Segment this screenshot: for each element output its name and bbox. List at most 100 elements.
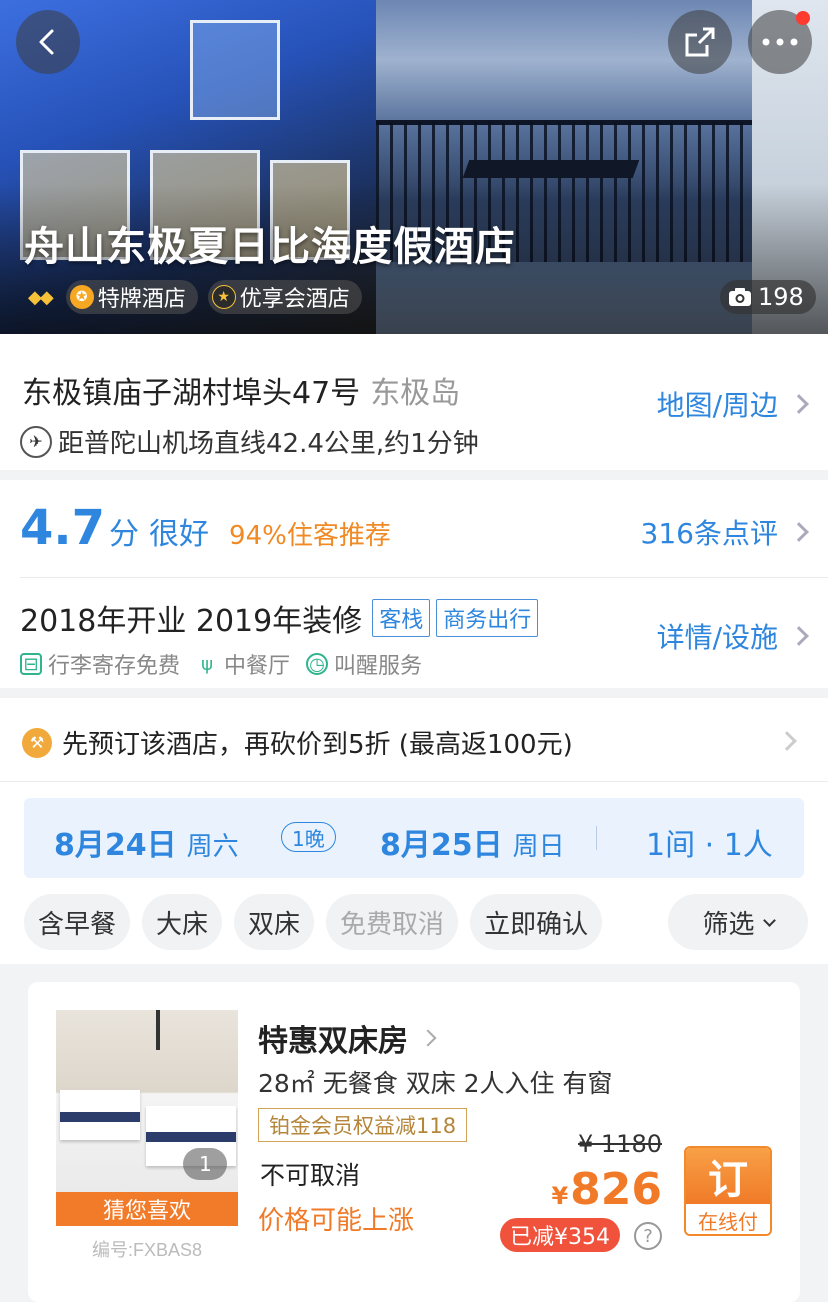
hotel-badges: ◆◆ ✪ 特牌酒店 ★ 优享会酒店 (28, 280, 362, 314)
amenity-item: ◷ 叫醒服务 (306, 648, 422, 680)
address-text: 东极镇庙子湖村埠头47号 (22, 376, 361, 411)
filter-free-cancel[interactable]: 免费取消 (326, 894, 459, 950)
rating-unit: 分 (109, 517, 140, 552)
original-price: ¥ 1180 (578, 1130, 662, 1158)
map-nearby-link[interactable]: 地图/周边 (656, 384, 809, 424)
share-icon (685, 27, 715, 57)
chevron-right-icon (789, 522, 809, 542)
chevron-right-icon (419, 1029, 437, 1047)
pay-online-label: 在线付 (686, 1204, 770, 1234)
chevron-right-icon (777, 731, 797, 751)
amenity-label: 中餐厅 (224, 654, 291, 679)
filter-instant-confirm[interactable]: 立即确认 (470, 894, 603, 950)
filter-king-bed[interactable]: 大床 (142, 894, 223, 950)
hammer-icon: ⚒ (22, 727, 52, 758)
details-facilities-link[interactable]: 详情/设施 (656, 616, 809, 656)
filter-button-label: 筛选 (702, 909, 755, 940)
room-specs: 28㎡ 无餐食 双床 2人入住 有窗 (258, 1069, 613, 1098)
date-selector[interactable]: 8月24日 周六 1晚 8月25日 周日 1间 · 1人 (24, 798, 804, 878)
checkin-date[interactable]: 8月24日 周六 (54, 820, 239, 864)
chevron-right-icon (789, 626, 809, 646)
checkin-weekday: 周六 (186, 832, 239, 862)
checkout-date-text: 8月25日 (380, 828, 503, 863)
rating-section: 4.7 分 很好 94%住客推荐 316条点评 2018年开业 2019年装修 … (0, 480, 828, 688)
alarm-clock-icon: ◷ (306, 653, 329, 675)
photo-bed-runner (60, 1112, 140, 1122)
price-rise-warning: 价格可能上涨 (258, 1206, 415, 1236)
photo-count-badge[interactable]: 198 (720, 280, 816, 314)
recommend-rate: 94%住客推荐 (229, 521, 391, 551)
amenity-list: ⊟ 行李寄存免费 ψ 中餐厅 ◷ 叫醒服务 (20, 648, 422, 680)
hotel-name: 舟山东极夏日比海度假酒店 (24, 224, 516, 270)
room-photo-count: 1 (183, 1148, 227, 1180)
rooms-guests-selector[interactable]: 1间 · 1人 (646, 820, 773, 864)
booking-options: 8月24日 周六 1晚 8月25日 周日 1间 · 1人 含早餐 大床 双床 免费取… (0, 782, 828, 964)
price-amount: 826 (570, 1164, 662, 1215)
photo-bed-runner (146, 1132, 236, 1142)
airport-distance: ✈ 距普陀山机场直线42.4公里,约1分钟 (20, 423, 479, 460)
checkin-date-text: 8月24日 (54, 828, 177, 863)
amenity-item: ⊟ 行李寄存免费 (20, 648, 180, 680)
reviews-link[interactable]: 316条点评 (640, 512, 809, 552)
bargain-promo-banner[interactable]: ⚒ 先预订该酒店，再砍价到5折 (最高返100元) (0, 698, 828, 782)
gold-medal-icon: ✪ (69, 285, 94, 309)
badge-vip-hotel[interactable]: ★ 优享会酒店 (207, 280, 362, 314)
amenity-item: ψ 中餐厅 (196, 648, 290, 680)
book-button-label: 订 (686, 1148, 770, 1204)
currency-symbol: ¥ (551, 1182, 569, 1210)
checkout-date[interactable]: 8月25日 周日 (380, 820, 565, 864)
filter-button[interactable]: 筛选 (668, 894, 808, 950)
promo-content: ⚒ 先预订该酒店，再砍价到5折 (最高返100元) (22, 724, 573, 761)
notification-dot (796, 11, 810, 25)
amenity-label: 行李寄存免费 (48, 654, 181, 679)
tag-business: 商务出行 (436, 599, 539, 637)
badge-label: 优享会酒店 (239, 287, 350, 312)
filter-breakfast[interactable]: 含早餐 (24, 894, 131, 950)
reviews-link-label: 316条点评 (640, 517, 778, 550)
more-dots-icon (762, 38, 798, 46)
photo-lamp (156, 1010, 160, 1050)
utensils-icon: ψ (201, 653, 213, 675)
cancel-policy: 不可取消 (260, 1161, 361, 1190)
photo-table (462, 160, 640, 178)
discount-badge: 已减¥354 (500, 1218, 620, 1252)
room-name-text: 特惠双床房 (258, 1024, 408, 1059)
diamond-rating-icon: ◆◆ (28, 286, 54, 308)
camera-icon (729, 288, 751, 306)
checkout-weekday: 周日 (512, 832, 565, 862)
badge-premium-hotel[interactable]: ✪ 特牌酒店 (65, 280, 198, 314)
filter-twin-bed[interactable]: 双床 (234, 894, 315, 950)
tag-inn: 客栈 (372, 599, 431, 637)
map-link-label: 地图/周边 (656, 389, 778, 422)
rating-word: 很好 (149, 517, 210, 552)
hotel-open-year: 2018年开业 2019年装修 客栈 商务出行 (20, 596, 539, 640)
hotel-photo-gallery[interactable]: 舟山东极夏日比海度假酒店 ◆◆ ✪ 特牌酒店 ★ 优享会酒店 198 (0, 0, 828, 334)
nights-count: 1晚 (281, 822, 336, 852)
promo-chevron (766, 731, 797, 752)
room-card[interactable]: 1 猜您喜欢 编号:FXBAS8 特惠双床房 28㎡ 无餐食 双床 2人入住 有… (28, 982, 800, 1302)
current-price: ¥826 (551, 1164, 662, 1215)
date-separator (596, 826, 597, 850)
badge-label: 特牌酒店 (97, 287, 186, 312)
star-icon: ★ (211, 285, 236, 309)
open-year-text: 2018年开业 2019年装修 (20, 604, 363, 639)
member-discount-badge: 铂金会员权益减118 (258, 1108, 468, 1142)
details-link-label: 详情/设施 (656, 621, 778, 654)
quick-filters: 含早餐 大床 双床 免费取消 立即确认 筛选 (24, 894, 808, 950)
address-area: 东极岛 (370, 376, 461, 411)
luggage-icon: ⊟ (20, 653, 42, 675)
photo-count: 198 (758, 283, 804, 311)
rating-summary: 4.7 分 很好 94%住客推荐 (20, 500, 391, 556)
hotel-address: 东极镇庙子湖村埠头47号 东极岛 (22, 368, 460, 412)
room-code: 编号:FXBAS8 (91, 1240, 203, 1260)
rating-score: 4.7 (20, 500, 106, 556)
share-button[interactable] (668, 10, 732, 74)
chevron-down-icon (762, 913, 776, 927)
room-name[interactable]: 特惠双床房 (258, 1016, 437, 1060)
back-button[interactable] (16, 10, 80, 74)
guess-you-like-label: 猜您喜欢 (56, 1192, 238, 1226)
book-button[interactable]: 订 在线付 (684, 1146, 772, 1236)
amenity-label: 叫醒服务 (334, 654, 423, 679)
airport-distance-text: 距普陀山机场直线42.4公里,约1分钟 (58, 429, 479, 459)
question-icon[interactable]: ? (634, 1222, 662, 1250)
